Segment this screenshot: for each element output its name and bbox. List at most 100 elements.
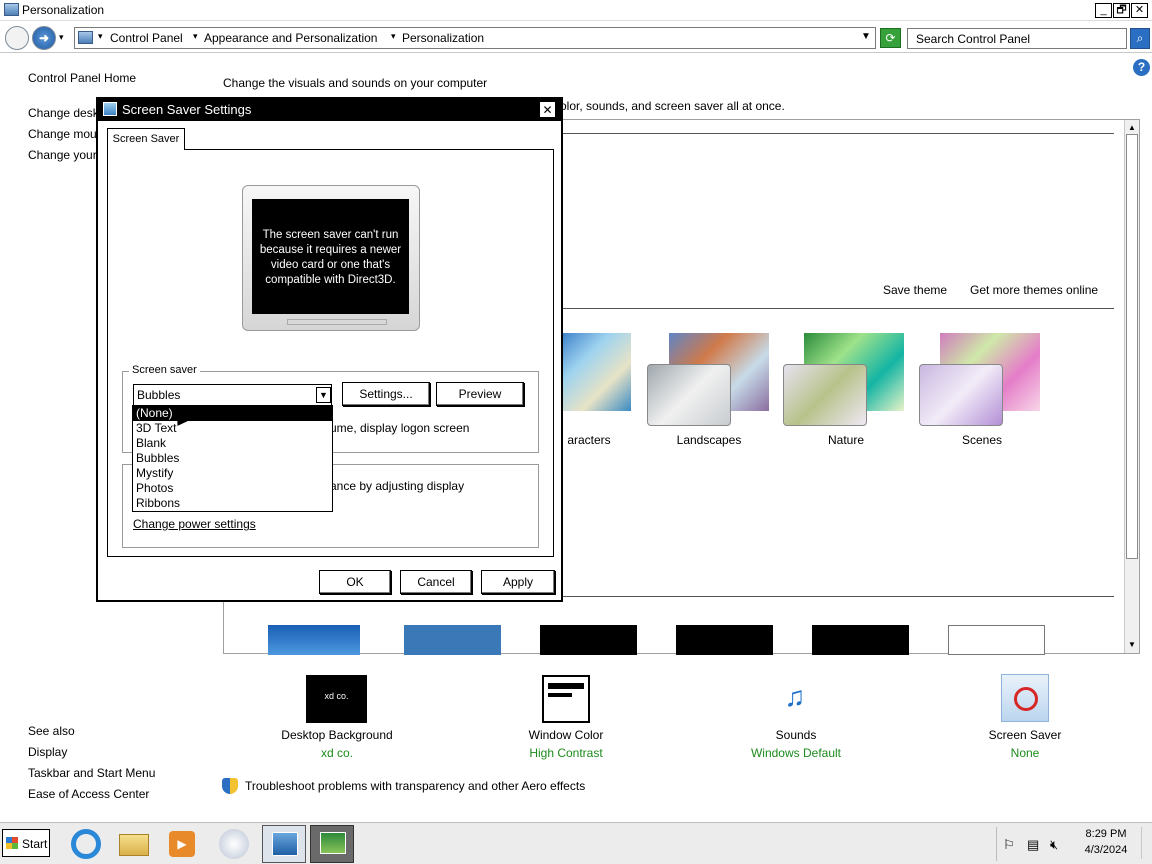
back-button[interactable] [5, 26, 29, 50]
control-panel-home-link[interactable]: Control Panel Home [28, 71, 136, 85]
monitor-stand [287, 319, 387, 325]
settings-button[interactable]: Settings... [342, 382, 430, 406]
show-desktop-button[interactable] [1141, 827, 1151, 859]
breadcrumb-personalization[interactable]: Personalization [402, 31, 484, 45]
search-input[interactable]: Search Control Panel [907, 28, 1127, 49]
search-icon[interactable]: ⌕ [1130, 28, 1150, 49]
clock-date[interactable]: 4/3/2024 [1073, 844, 1139, 856]
window-color-link[interactable]: Window Color [486, 728, 646, 742]
refresh-icon[interactable]: ⟳ [880, 28, 901, 48]
folder-shape [119, 834, 149, 856]
characters-theme-thumbnail[interactable] [561, 333, 631, 411]
ie-ring [71, 829, 101, 859]
dialog-title: Screen Saver Settings [122, 102, 252, 117]
window-color-value: High Contrast [529, 746, 603, 760]
taskbar: Start ▶ ⚐ ▤ 🔇︎ 8:29 PM 4/3/2024 [0, 822, 1152, 864]
address-field[interactable]: ▾ Control Panel ▾ Appearance and Persona… [74, 27, 876, 49]
recent-pages-dropdown[interactable]: ▾ [59, 32, 64, 43]
clock-time[interactable]: 8:29 PM [1073, 828, 1139, 840]
theme-label[interactable]: Landscapes [649, 433, 769, 447]
option-ribbons[interactable]: Ribbons [133, 496, 332, 511]
window-color-icon[interactable] [542, 675, 590, 723]
chevron-down-icon[interactable]: ▼ [316, 387, 331, 403]
option-photos[interactable]: Photos [133, 481, 332, 496]
internet-explorer-icon[interactable] [64, 825, 108, 863]
chevron-down-icon: ▾ [98, 31, 103, 41]
app-orb-icon[interactable] [212, 825, 256, 863]
dialog-close-button[interactable]: ✕ [539, 101, 556, 118]
see-also-heading: See also [28, 724, 75, 738]
scenes-theme-thumbnail[interactable] [919, 364, 1003, 426]
nature-theme-thumbnail[interactable] [783, 364, 867, 426]
theme-label[interactable]: Nature [786, 433, 906, 447]
sounds-icon[interactable]: ♫ [770, 674, 820, 722]
forward-button[interactable]: ➜ [32, 26, 56, 50]
cancel-button[interactable]: Cancel [400, 570, 472, 594]
flag-icon[interactable]: ⚐ [1003, 837, 1015, 853]
network-icon[interactable]: ▤ [1027, 837, 1039, 853]
screen-saver-select[interactable]: Bubbles ▼ [133, 384, 332, 406]
theme-label[interactable]: Scenes [922, 433, 1042, 447]
option-3d-text[interactable]: 3D Text [133, 421, 332, 436]
control-panel-icon [78, 31, 93, 44]
volume-muted-icon[interactable]: 🔇︎ [1050, 837, 1058, 853]
ease-of-access-link[interactable]: Ease of Access Center [28, 787, 149, 801]
scroll-down-icon[interactable]: ▼ [1126, 638, 1138, 652]
address-dropdown-icon[interactable]: ▼ [861, 31, 871, 42]
windows-classic-theme-thumbnail[interactable] [404, 625, 501, 655]
sounds-link[interactable]: Sounds [716, 728, 876, 742]
chevron-down-icon[interactable]: ▾ [193, 31, 198, 42]
preview-button[interactable]: Preview [436, 382, 524, 406]
high-contrast-black-theme-thumbnail[interactable] [812, 625, 909, 655]
save-theme-link[interactable]: Save theme [883, 283, 947, 297]
display-link[interactable]: Display [28, 745, 67, 759]
screen-saver-icon[interactable] [1001, 674, 1049, 722]
option-blank[interactable]: Blank [133, 436, 332, 451]
close-button[interactable]: ✕ [1131, 3, 1148, 18]
high-contrast-white-theme-thumbnail[interactable] [948, 625, 1045, 655]
screen-saver-options-list[interactable]: (None) 3D Text Blank Bubbles Mystify Pho… [132, 405, 333, 512]
play-glyph: ▶ [169, 831, 195, 857]
high-contrast-2-theme-thumbnail[interactable] [676, 625, 773, 655]
taskbar-start-menu-link[interactable]: Taskbar and Start Menu [28, 766, 155, 780]
change-power-settings-link[interactable]: Change power settings [133, 517, 256, 531]
high-contrast-1-theme-thumbnail[interactable] [540, 625, 637, 655]
troubleshoot-link[interactable]: Troubleshoot problems with transparency … [245, 779, 585, 793]
tab-screen-saver[interactable]: Screen Saver [107, 128, 185, 150]
screen-saver-link[interactable]: Screen Saver [945, 728, 1105, 742]
option-mystify[interactable]: Mystify [133, 466, 332, 481]
screen-saver-icon [103, 102, 117, 116]
get-more-themes-link[interactable]: Get more themes online [970, 283, 1098, 297]
monitor-preview: The screen saver can't run because it re… [242, 185, 420, 331]
window-title: Personalization [22, 3, 105, 17]
apply-button[interactable]: Apply [481, 570, 555, 594]
file-explorer-icon[interactable] [112, 825, 156, 863]
desktop-background-thumbnail[interactable]: xd co. [306, 675, 367, 723]
dialog-title-bar[interactable]: Screen Saver Settings ✕ [98, 99, 561, 121]
screen-saver-icon [320, 832, 346, 854]
window-color-bar [548, 683, 584, 689]
chevron-down-icon[interactable]: ▾ [391, 31, 396, 42]
start-label: Start [22, 837, 48, 851]
media-player-icon[interactable]: ▶ [160, 825, 204, 863]
ok-button[interactable]: OK [319, 570, 391, 594]
windows7-basic-theme-thumbnail[interactable] [268, 625, 360, 655]
scroll-up-icon[interactable]: ▲ [1126, 121, 1138, 135]
option-none[interactable]: (None) [133, 406, 332, 421]
page-title: Change the visuals and sounds on your co… [223, 76, 488, 90]
theme-list-scrollbar[interactable]: ▲ ▼ [1124, 120, 1139, 653]
page-subtitle: olor, sounds, and screen saver all at on… [560, 99, 785, 113]
maximize-button[interactable]: 🗗 [1113, 3, 1130, 18]
desktop-background-link[interactable]: Desktop Background [257, 728, 417, 742]
help-icon[interactable]: ? [1133, 59, 1150, 76]
minimize-button[interactable]: _ [1095, 3, 1112, 18]
start-button[interactable]: Start [2, 829, 50, 857]
screen-saver-taskbar-button[interactable] [310, 825, 354, 863]
landscapes-theme-thumbnail[interactable] [647, 364, 731, 426]
breadcrumb-control-panel[interactable]: Control Panel [110, 31, 183, 45]
option-bubbles[interactable]: Bubbles [133, 451, 332, 466]
control-panel-icon [4, 3, 19, 16]
scroll-thumb[interactable] [1126, 134, 1138, 559]
control-panel-taskbar-button[interactable] [262, 825, 306, 863]
breadcrumb-appearance[interactable]: Appearance and Personalization [204, 31, 377, 45]
